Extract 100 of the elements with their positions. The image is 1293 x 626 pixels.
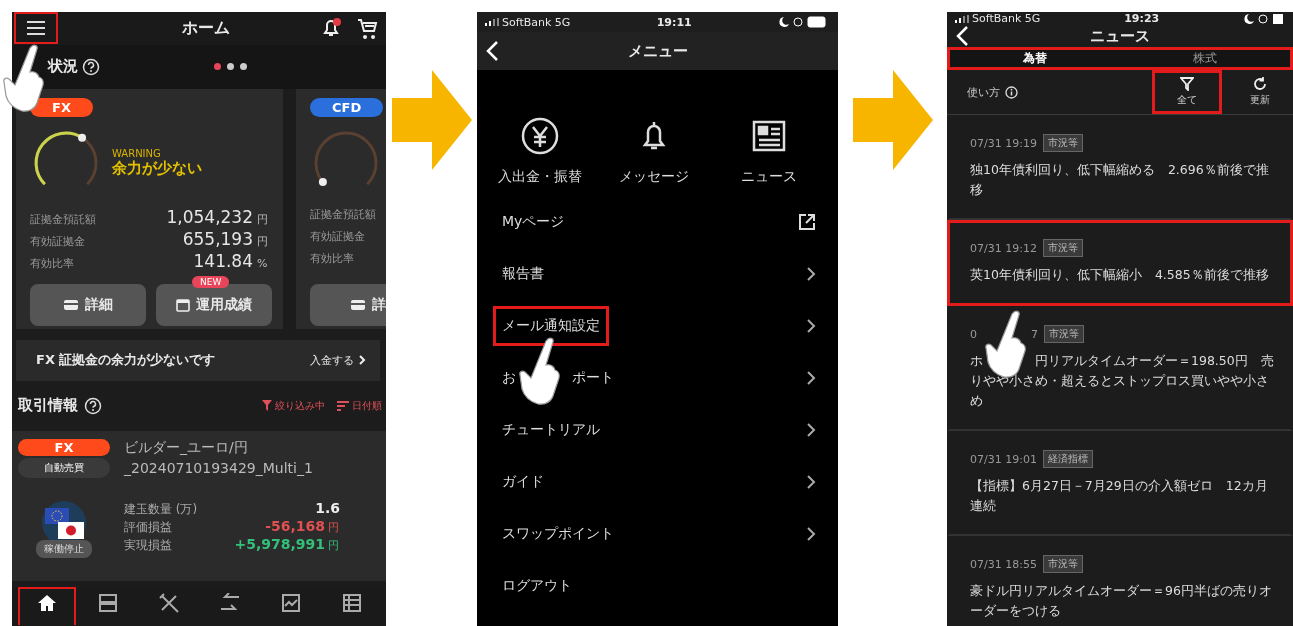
menu-item-label: お xyxy=(502,369,516,387)
status-icons xyxy=(1243,12,1283,25)
unit-label: % xyxy=(257,257,269,271)
field-label: 証拠金預託額 xyxy=(30,212,97,228)
menu-icon xyxy=(26,20,46,37)
toolbar-button[interactable]: 更新 xyxy=(1227,70,1293,114)
tab-bar-item[interactable] xyxy=(17,587,76,626)
menu-item-label: ポート xyxy=(572,369,614,387)
pointing-hand-icon xyxy=(518,335,562,407)
field-value: 655,193 xyxy=(182,229,253,250)
chevron-icon xyxy=(806,319,816,333)
trade-card[interactable]: FX 自動売買 ビルダー_ユーロ/円 _20240710193429_Multi_1 稼働停止 建玉数量 (万) 1.6 評価損益 -56,168 円 実現損益 +5,978,991 円 xyxy=(12,430,386,582)
category-tag: 経済指標 xyxy=(1042,450,1093,468)
menu-item-label: Myページ xyxy=(502,213,565,231)
field-label: 証拠金預託額 xyxy=(310,207,377,223)
product-tag: FX xyxy=(18,438,110,456)
field-label: 有効証拠金 xyxy=(310,229,366,245)
news-headline: 豪ドル円リアルタイムオーダー＝96円半ばの売りオーダーをつける xyxy=(970,582,1273,620)
unit-label: 円 xyxy=(257,234,269,250)
tools-icon xyxy=(157,593,180,614)
news-time: 07/31 18:55 xyxy=(970,557,1037,571)
news-item[interactable]: 07/31 19:19 市況等 独10年債利回り、低下幅縮める 2.696％前後で推移 xyxy=(947,115,1293,220)
field-label: 有効比率 xyxy=(310,251,355,267)
status-icons xyxy=(778,16,828,28)
product-tag: FX xyxy=(30,98,93,118)
external-link-icon xyxy=(798,213,816,231)
wallet-icon xyxy=(350,299,366,312)
screen-title: ニュース xyxy=(1089,26,1151,46)
news-headline: 英10年債利回り、低下幅縮小 4.585％前後で推移 xyxy=(970,266,1270,284)
filter-icon xyxy=(262,400,272,412)
category-tag: 市況等 xyxy=(1042,134,1083,152)
help-icon[interactable] xyxy=(84,396,102,415)
warning-label: WARNING xyxy=(112,148,162,160)
menu-item[interactable]: 報告書 xyxy=(477,248,838,300)
mode-tag: 自動売買 xyxy=(18,457,110,478)
category-tag: 市況等 xyxy=(1042,239,1083,257)
news-time: 07/31 19:12 xyxy=(970,241,1037,255)
shortcut-button[interactable]: メッセージ xyxy=(604,116,705,186)
status-tag: 稼働停止 xyxy=(36,539,92,558)
cart-icon[interactable] xyxy=(356,17,378,40)
menu-item-label: ログアウト xyxy=(502,577,572,595)
chevron-icon xyxy=(806,371,816,385)
back-icon[interactable] xyxy=(485,40,499,62)
card-button[interactable]: 詳細 xyxy=(30,284,146,327)
menu-item[interactable]: メール通知設定 xyxy=(477,300,838,352)
page-dot[interactable] xyxy=(214,63,221,71)
section-title: 取引情報 xyxy=(18,396,78,416)
news-time: 07/31 19:01 xyxy=(970,452,1037,466)
news-headline: 独10年債利回り、低下幅縮める 2.696％前後で推移 xyxy=(970,161,1270,199)
menu-item-label: チュートリアル xyxy=(502,421,600,439)
pointing-hand-icon xyxy=(2,42,46,114)
menu-item[interactable]: スワップポイント xyxy=(477,508,838,560)
sort-icon xyxy=(337,400,349,411)
menu-item-label: メール通知設定 xyxy=(502,317,600,335)
chevron-icon xyxy=(359,355,366,366)
shortcut-button[interactable]: 入出金・振替 xyxy=(490,116,591,186)
filter-icon xyxy=(1180,77,1194,91)
menu-item[interactable]: ログアウト xyxy=(477,560,838,612)
screen-title: メニュー xyxy=(626,41,689,61)
field-label: 実現損益 xyxy=(124,536,173,554)
help-link[interactable]: 使い方 xyxy=(967,84,1000,100)
menu-item[interactable]: Myページ xyxy=(477,196,838,248)
deposit-link[interactable]: 入金する xyxy=(310,352,366,368)
news-item[interactable]: 07/31 18:55 市況等 豪ドル円リアルタイムオーダー＝96円半ばの売りオーダーをつける xyxy=(947,536,1293,626)
card-button[interactable]: 運用成績 xyxy=(156,284,272,327)
page-dot[interactable] xyxy=(227,63,234,71)
shortcut-button[interactable]: ニュース xyxy=(718,116,819,186)
tab[interactable]: 株式 xyxy=(1120,50,1290,67)
field-value: 141.84 xyxy=(193,251,253,272)
alert-text: FX 証拠金の余力が少ないです xyxy=(36,351,216,370)
menu-item[interactable]: チュートリアル xyxy=(477,404,838,456)
calendar-icon xyxy=(176,298,190,313)
category-tag: 市況等 xyxy=(1044,325,1084,343)
menu-button[interactable] xyxy=(14,12,58,45)
table-icon xyxy=(340,593,363,614)
chevron-icon xyxy=(806,423,816,437)
tab[interactable]: 為替 xyxy=(950,50,1120,67)
filter-link[interactable]: 絞り込み中 xyxy=(262,398,325,413)
card-button[interactable]: 詳 xyxy=(310,284,386,327)
news-item[interactable]: 07/31 19:12 市況等 英10年債利回り、低下幅縮小 4.585％前後で推移 xyxy=(947,220,1293,306)
back-icon[interactable] xyxy=(955,25,969,47)
news-time: 07/31 19:19 xyxy=(970,136,1037,150)
field-label: 有効証拠金 xyxy=(30,234,86,250)
chevron-icon xyxy=(806,267,816,281)
toolbar-button[interactable]: 全て xyxy=(1152,70,1222,114)
page-dot[interactable] xyxy=(240,63,247,71)
news-headline: 【指標】6月27日－7月29日の介入額ゼロ 12カ月連続 xyxy=(970,477,1269,515)
menu-item-label: ガイド xyxy=(502,473,544,491)
field-label: 評価損益 xyxy=(124,518,173,536)
info-icon[interactable] xyxy=(1005,85,1018,99)
strategy-id: _20240710193429_Multi_1 xyxy=(124,459,313,476)
carrier-label: SoftBank 5G xyxy=(502,15,571,29)
signal-icon xyxy=(485,18,499,26)
sort-link[interactable]: 日付順 xyxy=(337,398,382,413)
help-icon[interactable] xyxy=(82,57,100,76)
status-text: 余力が少ない xyxy=(112,159,202,179)
menu-item[interactable]: お ポート xyxy=(477,352,838,404)
news-item[interactable]: 07/31 19:01 経済指標 【指標】6月27日－7月29日の介入額ゼロ 12カ月連続 xyxy=(947,431,1293,536)
menu-item[interactable]: ガイド xyxy=(477,456,838,508)
refresh-icon xyxy=(1253,77,1267,91)
